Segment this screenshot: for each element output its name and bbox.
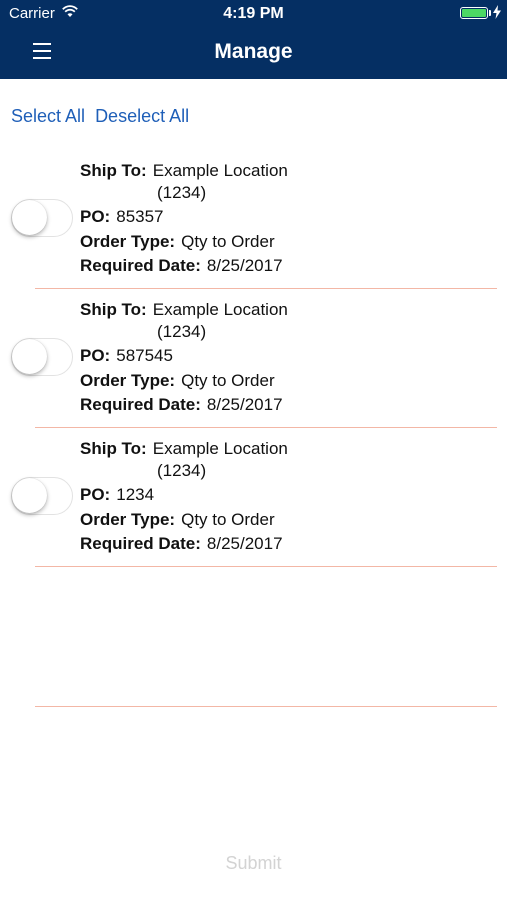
ship-to-code: (1234) — [157, 183, 207, 202]
order-select-toggle[interactable] — [11, 338, 73, 376]
required-date-row: Required Date: 8/25/2017 — [80, 533, 283, 555]
deselect-all-button[interactable]: Deselect All — [95, 106, 189, 126]
required-date-label: Required Date: — [80, 395, 201, 414]
ship-to-label: Ship To: — [80, 300, 147, 319]
ship-to-code: (1234) — [157, 322, 207, 341]
battery-cap — [489, 10, 491, 16]
order-item: Ship To: Example Location (1234) PO: 58754… — [0, 289, 507, 428]
app-header: Carrier 4:19 PM Manage — [0, 0, 507, 79]
order-type-value: Qty to Order — [181, 371, 275, 390]
row-divider — [35, 566, 497, 567]
po-row: PO: 587545 — [80, 345, 173, 367]
ship-to-label: Ship To: — [80, 161, 147, 180]
required-date-value: 8/25/2017 — [206, 395, 283, 414]
order-type-label: Order Type: — [80, 232, 176, 251]
required-date-value: 8/25/2017 — [206, 534, 283, 553]
order-select-toggle[interactable] — [11, 199, 73, 237]
required-date-value: 8/25/2017 — [206, 256, 283, 275]
po-value: 1234 — [116, 485, 155, 504]
ship-to-value: Example Location — [152, 439, 288, 458]
nav-bar: Manage — [0, 28, 507, 79]
ship-to-value: Example Location — [152, 300, 288, 319]
ship-to-label: Ship To: — [80, 439, 147, 458]
required-date-label: Required Date: — [80, 534, 201, 553]
po-value: 85357 — [116, 207, 164, 226]
po-value: 587545 — [116, 346, 173, 365]
toggle-knob — [12, 339, 47, 374]
required-date-row: Required Date: 8/25/2017 — [80, 255, 283, 277]
required-date-label: Required Date: — [80, 256, 201, 275]
toggle-knob — [12, 478, 47, 513]
order-type-row: Order Type: Qty to Order — [80, 509, 275, 531]
order-type-label: Order Type: — [80, 510, 176, 529]
selection-actions: Select All Deselect All — [11, 106, 194, 127]
charging-bolt-icon — [493, 5, 501, 19]
po-row: PO: 85357 — [80, 206, 164, 228]
order-type-row: Order Type: Qty to Order — [80, 370, 275, 392]
ship-to-code: (1234) — [157, 461, 207, 480]
submit-button[interactable]: Submit — [0, 853, 507, 874]
status-bar: Carrier 4:19 PM — [0, 0, 507, 28]
ship-to-row: Ship To: Example Location — [80, 438, 288, 460]
order-item: Ship To: Example Location (1234) PO: 85357… — [0, 150, 507, 289]
order-type-row: Order Type: Qty to Order — [80, 231, 275, 253]
status-time: 4:19 PM — [223, 5, 284, 22]
ship-to-row: Ship To: Example Location — [80, 299, 288, 321]
page-title: Manage — [214, 40, 293, 63]
po-row: PO: 1234 — [80, 484, 154, 506]
po-label: PO: — [80, 485, 111, 504]
order-type-label: Order Type: — [80, 371, 176, 390]
empty-row-divider — [35, 706, 497, 707]
order-type-value: Qty to Order — [181, 510, 275, 529]
order-item: Ship To: Example Location (1234) PO: 1234 … — [0, 428, 507, 567]
toggle-knob — [12, 200, 47, 235]
po-label: PO: — [80, 346, 111, 365]
battery-icon — [460, 7, 488, 19]
required-date-row: Required Date: 8/25/2017 — [80, 394, 283, 416]
ship-to-row: Ship To: Example Location — [80, 160, 288, 182]
order-type-value: Qty to Order — [181, 232, 275, 251]
po-label: PO: — [80, 207, 111, 226]
select-all-button[interactable]: Select All — [11, 106, 85, 126]
ship-to-value: Example Location — [152, 161, 288, 180]
order-select-toggle[interactable] — [11, 477, 73, 515]
